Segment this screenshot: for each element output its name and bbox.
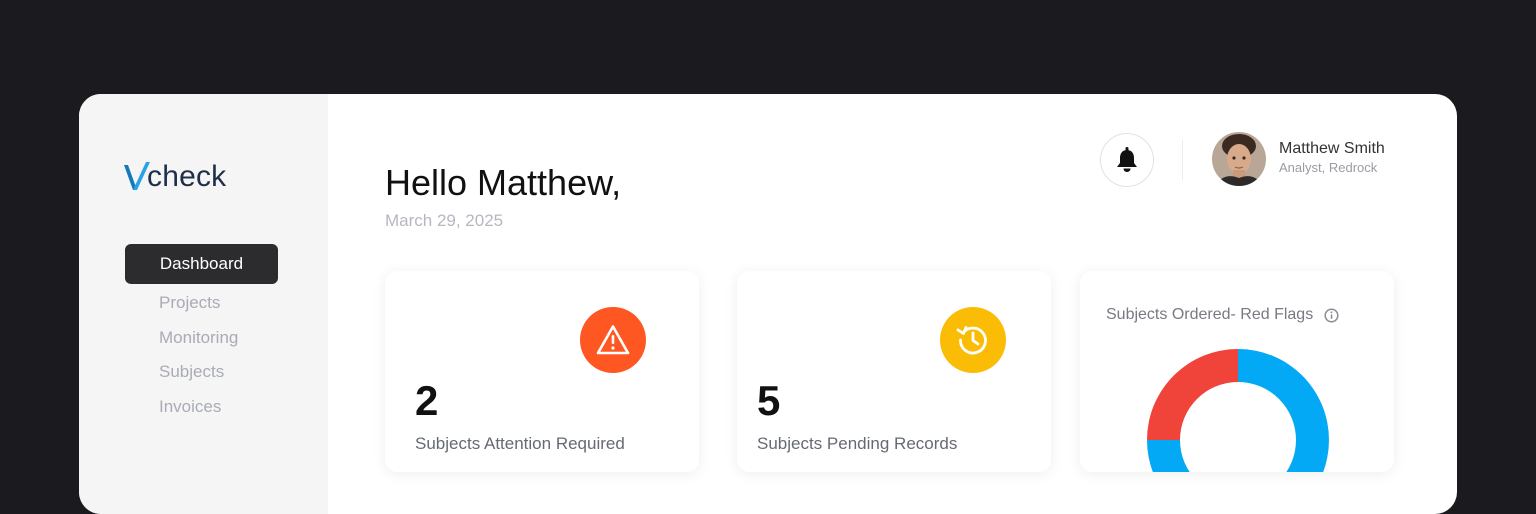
sidebar-item-dashboard[interactable]: Dashboard [125, 244, 278, 284]
app-window: check Dashboard Projects Monitoring Subj… [79, 94, 1457, 514]
chart-title: Subjects Ordered- Red Flags [1106, 306, 1314, 323]
donut-chart [1147, 349, 1329, 472]
sidebar: check Dashboard Projects Monitoring Subj… [79, 94, 328, 514]
logo[interactable]: check [124, 162, 226, 192]
stat-card-attention[interactable]: 2 Subjects Attention Required [385, 271, 699, 472]
main-content: Hello Matthew, March 29, 2025 Matthew Sm… [328, 94, 1457, 514]
sidebar-item-monitoring[interactable]: Monitoring [125, 321, 278, 356]
sidebar-nav: Dashboard Projects Monitoring Subjects I… [125, 244, 278, 424]
chart-card-red-flags: Subjects Ordered- Red Flags [1080, 271, 1394, 472]
logo-text: check [147, 160, 227, 193]
avatar[interactable] [1212, 132, 1266, 186]
history-icon [956, 326, 987, 355]
donut-slice-1[interactable] [1147, 349, 1238, 440]
user-role: Analyst, Redrock [1279, 160, 1378, 175]
info-icon[interactable] [1324, 307, 1339, 323]
sidebar-item-invoices[interactable]: Invoices [125, 390, 278, 425]
chart-title-row: Subjects Ordered- Red Flags [1106, 306, 1339, 324]
current-date: March 29, 2025 [385, 211, 504, 230]
history-icon-badge [940, 307, 1006, 373]
sidebar-item-projects[interactable]: Projects [125, 286, 278, 321]
user-name: Matthew Smith [1279, 140, 1385, 157]
sidebar-item-subjects[interactable]: Subjects [125, 355, 278, 390]
page-title: Hello Matthew, [385, 162, 622, 203]
warning-icon [596, 325, 630, 355]
stat-card-pending[interactable]: 5 Subjects Pending Records [737, 271, 1051, 472]
header-divider [1182, 140, 1183, 180]
stat-value: 2 [415, 377, 439, 424]
stat-label: Subjects Attention Required [415, 434, 625, 453]
avatar-image [1212, 132, 1266, 186]
notifications-button[interactable] [1100, 133, 1154, 187]
stat-value: 5 [757, 377, 781, 424]
stat-label: Subjects Pending Records [757, 434, 958, 453]
bell-icon [1117, 147, 1137, 172]
warning-icon-badge [580, 307, 646, 373]
